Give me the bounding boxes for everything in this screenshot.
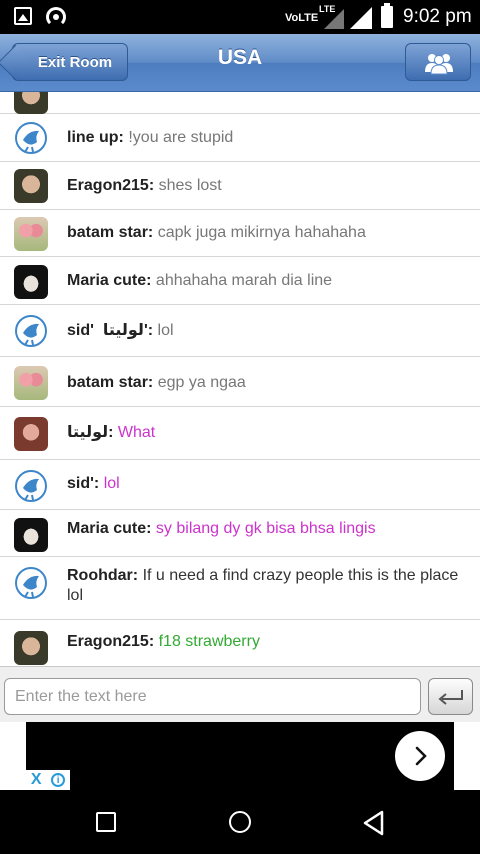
- message-input[interactable]: [4, 678, 421, 715]
- user-avatar: [14, 631, 48, 665]
- message-row[interactable]: Eragon215: f18 strawberry: [0, 620, 480, 666]
- sender-name: Roohdar:: [67, 567, 139, 584]
- ad-close-icon[interactable]: X: [31, 772, 42, 788]
- message-row[interactable]: Eragon215: shes lost: [0, 162, 480, 210]
- bird-avatar-icon: [14, 121, 48, 155]
- clock: 9:02 pm: [403, 6, 472, 27]
- room-header: Exit Room USA: [0, 34, 480, 92]
- users-list-button[interactable]: [405, 43, 471, 81]
- message-text: f18 strawberry: [158, 633, 260, 650]
- message-text: ahhahaha marah dia line: [155, 272, 333, 289]
- home-icon[interactable]: [229, 811, 251, 833]
- message-text: lol: [103, 475, 120, 492]
- sender-name: لوليتا:: [67, 424, 114, 441]
- message-row[interactable]: Maria cute: sy bilang dy gk bisa bhsa li…: [0, 510, 480, 557]
- message-text: What: [117, 424, 156, 441]
- message-composer: [0, 666, 480, 722]
- bird-avatar-icon: [14, 469, 48, 503]
- sender-name: line up:: [67, 129, 124, 146]
- user-avatar: [14, 518, 48, 552]
- message-row[interactable]: Roohdar: If u need a find crazy people t…: [0, 557, 480, 620]
- message-text: shes lost: [158, 177, 222, 194]
- sender-name: Eragon215:: [67, 633, 155, 650]
- message-row[interactable]: sid' لوليتا': lol: [0, 305, 480, 357]
- user-avatar: [14, 217, 48, 251]
- message-row[interactable]: Maria cute: ahhahaha marah dia line: [0, 257, 480, 305]
- message-text: egp ya ngaa: [157, 374, 246, 391]
- user-avatar: [14, 417, 48, 451]
- system-navigation-bar: [0, 790, 480, 854]
- message-text: sy bilang dy gk bisa bhsa lingis: [155, 520, 376, 537]
- message-text: capk juga mikirnya hahahaha: [157, 224, 366, 241]
- message-row[interactable]: batam star: capk juga mikirnya hahahaha: [0, 210, 480, 257]
- bird-avatar-icon: [14, 566, 48, 600]
- volte-indicator: VoLTE: [285, 12, 319, 24]
- user-avatar: [14, 366, 48, 400]
- sender-name: batam star:: [67, 374, 154, 391]
- ad-choices-badge[interactable]: X i: [26, 770, 70, 790]
- chat-message-list[interactable]: line up: !you are stupid Eragon215: shes…: [0, 92, 480, 666]
- chevron-right-icon: [415, 746, 427, 766]
- bird-avatar-icon: [14, 314, 48, 348]
- user-avatar: [14, 92, 48, 114]
- status-bar: VoLTE LTE 9:02 pm: [0, 0, 480, 34]
- message-row-partial: [0, 92, 480, 114]
- recent-apps-icon[interactable]: [96, 812, 116, 832]
- message-row[interactable]: sid': lol: [0, 460, 480, 510]
- sender-name: sid' لوليتا':: [67, 322, 154, 339]
- battery-icon: [381, 3, 393, 28]
- user-avatar: [14, 265, 48, 299]
- message-row[interactable]: batam star: egp ya ngaa: [0, 357, 480, 407]
- user-avatar: [14, 169, 48, 203]
- message-text: !you are stupid: [128, 129, 234, 146]
- sender-name: Maria cute:: [67, 272, 152, 289]
- enter-icon: [438, 690, 463, 705]
- sender-name: batam star:: [67, 224, 154, 241]
- ad-next-button[interactable]: [395, 731, 445, 781]
- back-icon[interactable]: [362, 810, 386, 836]
- message-text: lol: [157, 322, 174, 339]
- send-button[interactable]: [428, 678, 473, 715]
- hotspot-icon: [46, 7, 66, 27]
- image-notification-icon: [14, 7, 32, 25]
- sender-name: Eragon215:: [67, 177, 155, 194]
- lte-signal-icon: [324, 9, 344, 29]
- ad-info-icon[interactable]: i: [51, 773, 66, 787]
- message-row[interactable]: لوليتا: What: [0, 407, 480, 460]
- signal-icon: [350, 7, 372, 29]
- ad-content[interactable]: [26, 722, 454, 790]
- sender-name: Maria cute:: [67, 520, 152, 537]
- users-icon: [425, 54, 453, 75]
- message-row[interactable]: line up: !you are stupid: [0, 114, 480, 162]
- sender-name: sid':: [67, 475, 100, 492]
- ad-banner[interactable]: X i: [0, 722, 480, 790]
